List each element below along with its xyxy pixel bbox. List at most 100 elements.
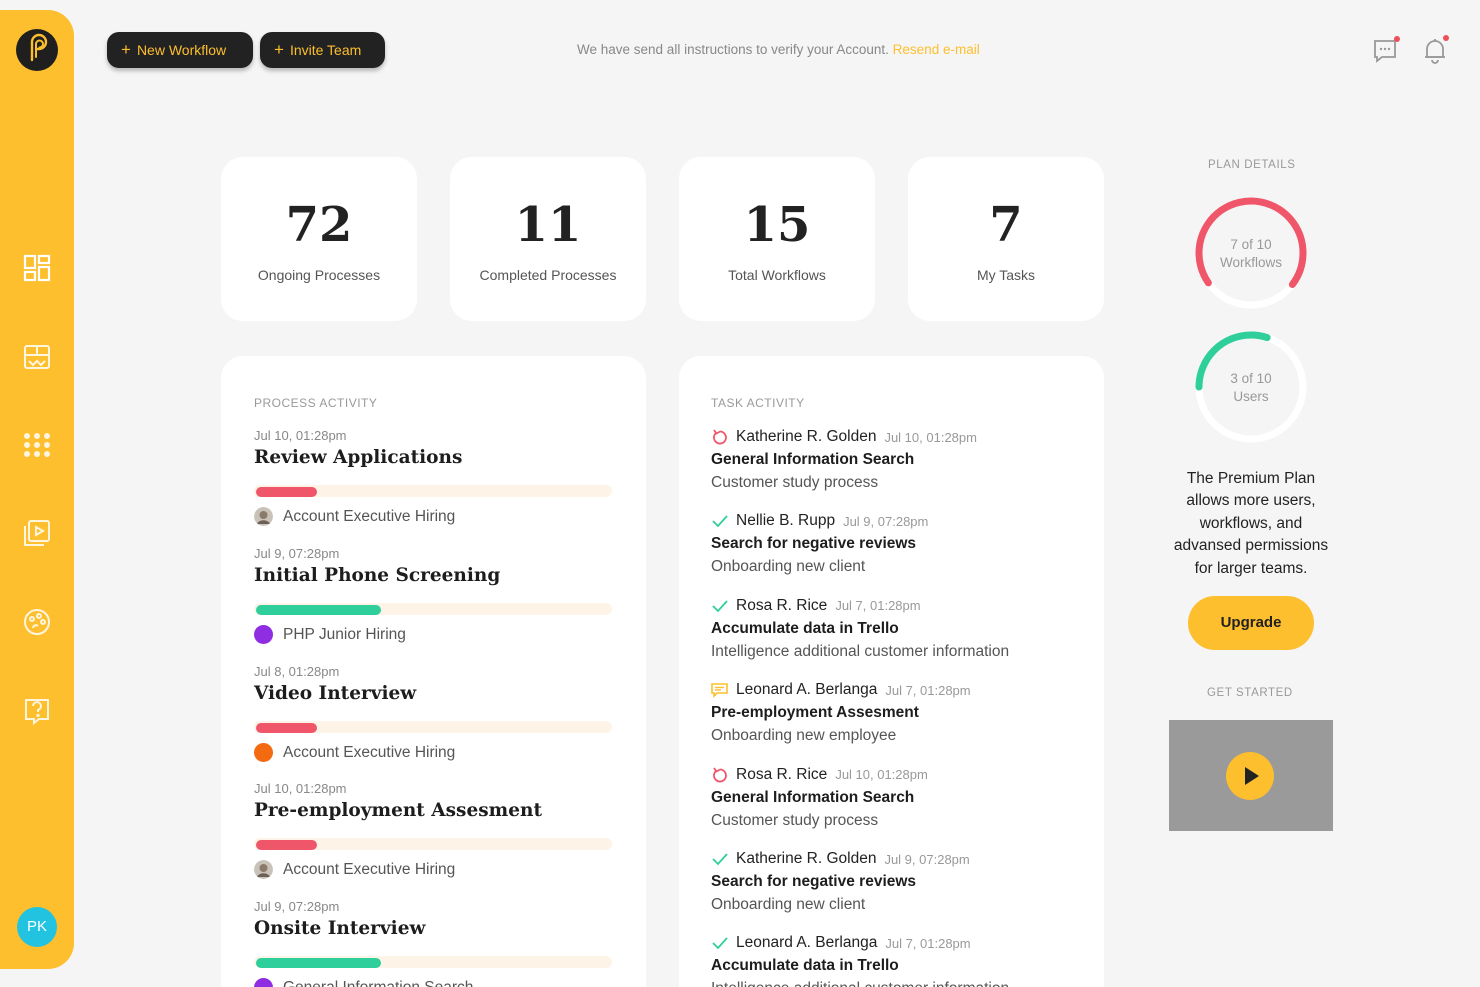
check-icon	[712, 515, 728, 528]
media-icon[interactable]	[23, 519, 51, 547]
process-title: Initial Phone Screening	[254, 565, 501, 586]
chat-unread-dot	[1394, 36, 1400, 42]
check-icon	[712, 600, 728, 613]
play-icon[interactable]	[1226, 752, 1274, 800]
process-item[interactable]: Jul 9, 07:28pm Initial Phone Screening P…	[254, 546, 614, 644]
boards-icon[interactable]	[23, 343, 51, 371]
process-date: Jul 9, 07:28pm	[254, 899, 340, 914]
process-item[interactable]: Jul 8, 01:28pm Video Interview Account E…	[254, 664, 614, 762]
task-name[interactable]: Search for negative reviews	[711, 535, 1051, 553]
task-name[interactable]: Accumulate data in Trello	[711, 957, 1051, 975]
stat-card-my-tasks[interactable]: 7 My Tasks	[908, 157, 1104, 321]
task-name[interactable]: Pre-employment Assesment	[711, 704, 1051, 722]
progress-track	[254, 603, 612, 615]
ring-count: 7 of 10	[1230, 237, 1272, 252]
refresh-icon	[713, 429, 727, 445]
process-date: Jul 8, 01:28pm	[254, 664, 340, 679]
stat-card-completed[interactable]: 11 Completed Processes	[450, 157, 646, 321]
stat-label: My Tasks	[976, 267, 1036, 283]
task-head: Katherine R. Golden Jul 10, 01:28pm	[711, 428, 1051, 446]
task-item[interactable]: Katherine R. Golden Jul 9, 07:28pm Search…	[711, 850, 1051, 914]
check-icon	[712, 853, 728, 866]
task-item[interactable]: Rosa R. Rice Jul 10, 01:28pm General Info…	[711, 766, 1051, 830]
users-ring-label: 3 of 10 Users	[1191, 370, 1311, 406]
stat-value: 11	[514, 197, 582, 253]
stat-value: 7	[989, 197, 1023, 253]
task-item[interactable]: Nellie B. Rupp Jul 9, 07:28pm Search for …	[711, 512, 1051, 576]
process-subtitle: General Information Search	[283, 978, 474, 987]
task-name[interactable]: General Information Search	[711, 451, 1051, 469]
process-title: Onsite Interview	[254, 918, 426, 939]
verify-notice: We have send all instructions to verify …	[577, 42, 980, 57]
task-process: Onboarding new client	[711, 896, 866, 913]
avatar-photo	[254, 507, 273, 526]
task-person[interactable]: Leonard A. Berlanga	[736, 934, 877, 952]
task-time: Jul 9, 07:28pm	[884, 851, 970, 867]
task-time: Jul 9, 07:28pm	[843, 513, 929, 529]
process-activity-panel: PROCESS ACTIVITY Jul 10, 01:28pm Review …	[221, 356, 646, 987]
new-workflow-label: New Workflow	[136, 42, 227, 58]
progress-track	[254, 485, 612, 497]
process-date: Jul 10, 01:28pm	[254, 428, 347, 443]
process-subtitle: Account Executive Hiring	[283, 743, 456, 761]
process-subtitle-row: Account Executive Hiring	[254, 860, 614, 879]
process-subtitle-row: General Information Search	[254, 978, 614, 987]
ring-count: 3 of 10	[1230, 371, 1272, 386]
stat-card-ongoing[interactable]: 72 Ongoing Processes	[221, 157, 417, 321]
process-subtitle: PHP Junior Hiring	[283, 625, 406, 643]
task-head: Rosa R. Rice Jul 7, 01:28pm	[711, 597, 1051, 615]
task-item[interactable]: Leonard A. Berlanga Jul 7, 01:28pm Accumu…	[711, 934, 1051, 987]
task-process: Onboarding new employee	[711, 727, 897, 745]
progress-track	[254, 721, 612, 733]
logo-icon[interactable]	[16, 29, 58, 71]
task-head: Leonard A. Berlanga Jul 7, 01:28pm	[711, 681, 1051, 699]
task-name[interactable]: Search for negative reviews	[711, 873, 1051, 891]
palette-icon[interactable]	[23, 608, 51, 636]
task-name[interactable]: Accumulate data in Trello	[711, 620, 1051, 638]
task-item[interactable]: Rosa R. Rice Jul 7, 01:28pm Accumulate da…	[711, 597, 1051, 661]
task-head: Nellie B. Rupp Jul 9, 07:28pm	[711, 512, 1051, 530]
task-person[interactable]: Leonard A. Berlanga	[736, 681, 877, 699]
task-person[interactable]: Nellie B. Rupp	[736, 512, 835, 530]
dashboard-icon[interactable]	[23, 254, 51, 282]
task-person[interactable]: Katherine R. Golden	[736, 428, 876, 446]
task-process: Intelligence additional customer informa…	[711, 980, 1051, 987]
task-name[interactable]: General Information Search	[711, 789, 1051, 807]
stat-label: Ongoing Processes	[257, 267, 381, 283]
stat-value: 15	[743, 197, 811, 253]
task-person[interactable]: Katherine R. Golden	[736, 850, 876, 868]
user-avatar[interactable]: PK	[17, 907, 57, 947]
process-title: Pre-employment Assesment	[254, 800, 542, 821]
resend-email-link[interactable]: Resend e-mail	[893, 42, 980, 57]
new-workflow-button[interactable]: + New Workflow	[107, 32, 253, 68]
process-subtitle-row: Account Executive Hiring	[254, 507, 614, 526]
get-started-video[interactable]	[1169, 720, 1333, 831]
task-process: Customer study process	[711, 474, 879, 491]
stat-value: 72	[285, 197, 353, 253]
task-time: Jul 7, 01:28pm	[885, 682, 971, 698]
process-item[interactable]: Jul 10, 01:28pm Pre-employment Assesment…	[254, 781, 614, 879]
task-item[interactable]: Leonard A. Berlanga Jul 7, 01:28pm Pre-em…	[711, 681, 1051, 745]
task-head: Rosa R. Rice Jul 10, 01:28pm	[711, 766, 1051, 784]
task-time: Jul 10, 01:28pm	[835, 767, 928, 783]
process-title: Review Applications	[254, 447, 463, 468]
process-item[interactable]: Jul 9, 07:28pm Onsite Interview General …	[254, 899, 614, 987]
comment-icon	[711, 683, 728, 699]
refresh-icon	[713, 767, 727, 782]
invite-team-label: Invite Team	[289, 42, 362, 58]
stat-label: Completed Processes	[479, 267, 617, 283]
task-process: Onboarding new client	[711, 558, 866, 576]
panel-title: PROCESS ACTIVITY	[254, 396, 378, 410]
task-item[interactable]: Katherine R. Golden Jul 10, 01:28pm Gener…	[711, 428, 1051, 492]
invite-team-button[interactable]: + Invite Team	[260, 32, 385, 68]
panel-title: TASK ACTIVITY	[711, 396, 805, 410]
apps-grid-icon[interactable]	[23, 431, 51, 459]
task-person[interactable]: Rosa R. Rice	[736, 766, 827, 784]
process-item[interactable]: Jul 10, 01:28pm Review Applications Acco…	[254, 428, 614, 526]
upgrade-button[interactable]: Upgrade	[1188, 596, 1314, 650]
help-icon[interactable]	[23, 697, 51, 725]
stat-card-workflows[interactable]: 15 Total Workflows	[679, 157, 875, 321]
process-date: Jul 9, 07:28pm	[254, 546, 340, 561]
notice-text: We have send all instructions to verify …	[577, 42, 889, 57]
task-person[interactable]: Rosa R. Rice	[736, 597, 827, 615]
